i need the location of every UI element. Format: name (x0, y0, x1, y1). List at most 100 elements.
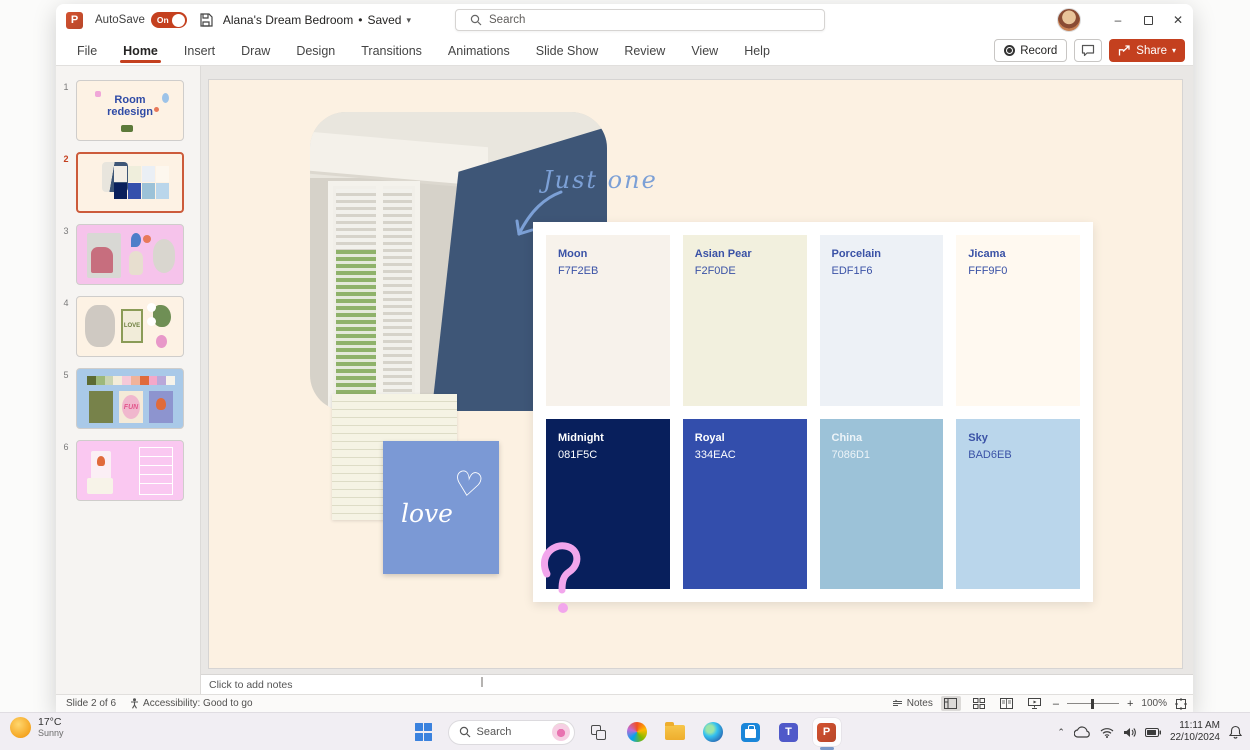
search-input[interactable]: Search (455, 9, 825, 31)
share-dropdown-icon: ▾ (1172, 46, 1176, 55)
title-dropdown-icon[interactable]: ▾ (406, 15, 411, 26)
fit-slide-to-window-icon[interactable] (1175, 698, 1187, 710)
swatch-sky[interactable]: Sky BAD6EB (956, 419, 1080, 590)
zoom-slider[interactable] (1067, 703, 1119, 705)
tab-design[interactable]: Design (295, 38, 336, 64)
thumbnail-row-5: 5 FUN (56, 368, 200, 429)
zoom-slider-thumb[interactable] (1091, 699, 1095, 709)
slide-sorter-icon (973, 698, 985, 709)
swatch-asian-pear[interactable]: Asian Pear F2F0DE (683, 235, 807, 406)
user-avatar[interactable] (1057, 8, 1081, 32)
taskbar-clock[interactable]: 11:11 AM 22/10/2024 (1170, 720, 1220, 745)
speaker-icon[interactable] (1123, 727, 1136, 738)
tab-review[interactable]: Review (623, 38, 666, 64)
slide-5-thumbnail[interactable]: FUN (76, 368, 184, 429)
start-button[interactable] (410, 718, 438, 746)
battery-icon[interactable] (1145, 728, 1161, 737)
zoom-in-button[interactable]: + (1127, 698, 1133, 710)
share-button[interactable]: Share ▾ (1109, 39, 1185, 62)
powerpoint-app-icon[interactable]: P (66, 12, 83, 29)
save-icon[interactable] (199, 13, 213, 27)
heart-icon: ♡ (450, 463, 486, 507)
tab-animations[interactable]: Animations (447, 38, 511, 64)
task-view-button[interactable] (585, 718, 613, 746)
cloud-icon[interactable] (1074, 726, 1091, 738)
decor-shape (131, 233, 141, 247)
tab-transitions[interactable]: Transitions (360, 38, 423, 64)
autosave-state-label: On (157, 15, 169, 25)
taskbar-search-box[interactable]: Search (448, 720, 575, 745)
notes-resize-handle[interactable] (481, 677, 483, 687)
reading-view-button[interactable] (997, 696, 1017, 711)
decor-shape (162, 93, 169, 103)
photo-window-frame (376, 186, 383, 411)
minimize-button[interactable]: – (1103, 5, 1133, 35)
slide-indicator[interactable]: Slide 2 of 6 (66, 698, 116, 709)
toggle-knob (172, 14, 185, 27)
mini-dresser-sketch (139, 447, 173, 495)
slide-4-thumbnail[interactable]: LOVE (76, 296, 184, 357)
slide-1-number: 1 (56, 80, 76, 141)
question-mark-doodle (539, 538, 595, 624)
love-sticky-note[interactable]: love ♡ (383, 441, 499, 574)
comments-button[interactable] (1074, 39, 1102, 62)
close-button[interactable]: ✕ (1163, 5, 1193, 35)
autosave-toggle[interactable]: On (151, 12, 187, 28)
color-palette-panel[interactable]: Moon F7F2EB Asian Pear F2F0DE Porcelain … (533, 222, 1093, 602)
slide-2-thumbnail-selected[interactable] (76, 152, 184, 213)
slide-1-thumbnail[interactable]: Room redesign (76, 80, 184, 141)
hidden-icons-chevron[interactable]: ⌃ (1057, 727, 1065, 738)
tab-draw[interactable]: Draw (240, 38, 271, 64)
mini-tulip-card (91, 451, 111, 479)
mini-swatch-strip (87, 376, 175, 385)
autosave-label: AutoSave (95, 14, 145, 26)
tab-view[interactable]: View (690, 38, 719, 64)
slideshow-view-button[interactable] (1025, 696, 1045, 711)
swatch-hex: EDF1F6 (832, 265, 873, 277)
wifi-icon[interactable] (1100, 727, 1114, 738)
status-bar: Slide 2 of 6 Accessibility: Good to go N… (56, 694, 1193, 712)
tab-file[interactable]: File (76, 38, 98, 64)
slide-sorter-view-button[interactable] (969, 696, 989, 711)
swatch-porcelain[interactable]: Porcelain EDF1F6 (820, 235, 944, 406)
mini-chair (91, 247, 113, 273)
copilot-button[interactable] (623, 718, 651, 746)
tab-insert[interactable]: Insert (183, 38, 216, 64)
accessibility-status[interactable]: Accessibility: Good to go (130, 698, 253, 709)
zoom-level[interactable]: 100% (1141, 698, 1167, 709)
tab-slide-show[interactable]: Slide Show (535, 38, 600, 64)
zoom-out-button[interactable]: – (1053, 698, 1059, 710)
microsoft-store-button[interactable] (737, 718, 765, 746)
slide-6-number: 6 (56, 440, 76, 501)
slide-6-thumbnail[interactable] (76, 440, 184, 501)
tab-home[interactable]: Home (122, 38, 159, 64)
swatch-china[interactable]: China 7086D1 (820, 419, 944, 590)
document-name: Alana's Dream Bedroom (223, 13, 353, 27)
normal-view-button[interactable] (941, 696, 961, 711)
document-title[interactable]: Alana's Dream Bedroom • Saved ▾ (223, 13, 411, 27)
swatch-royal[interactable]: Royal 334EAC (683, 419, 807, 590)
share-icon (1118, 45, 1131, 57)
notification-bell-icon[interactable] (1229, 725, 1242, 739)
tab-help[interactable]: Help (743, 38, 771, 64)
mini-flower-poster (89, 391, 113, 423)
normal-view-icon (944, 698, 957, 709)
slide-4-number: 4 (56, 296, 76, 357)
notes-toggle-button[interactable]: Notes (892, 698, 933, 709)
file-explorer-button[interactable] (661, 718, 689, 746)
swatch-name: Royal (695, 430, 795, 447)
notes-pane[interactable]: Click to add notes (201, 674, 1193, 694)
teams-button[interactable]: T (775, 718, 803, 746)
slide-canvas[interactable]: love ♡ Just one Moon F (209, 80, 1182, 668)
mini-tulip-poster (149, 391, 173, 423)
swatch-moon[interactable]: Moon F7F2EB (546, 235, 670, 406)
powerpoint-taskbar-button[interactable]: P (813, 718, 841, 746)
search-icon (459, 726, 471, 738)
maximize-button[interactable] (1133, 5, 1163, 35)
slide-3-thumbnail[interactable] (76, 224, 184, 285)
record-button[interactable]: Record (994, 39, 1067, 62)
taskbar-search-placeholder: Search (477, 726, 512, 738)
swatch-jicama[interactable]: Jicama FFF9F0 (956, 235, 1080, 406)
swatch-hex: BAD6EB (968, 449, 1011, 461)
edge-browser-button[interactable] (699, 718, 727, 746)
